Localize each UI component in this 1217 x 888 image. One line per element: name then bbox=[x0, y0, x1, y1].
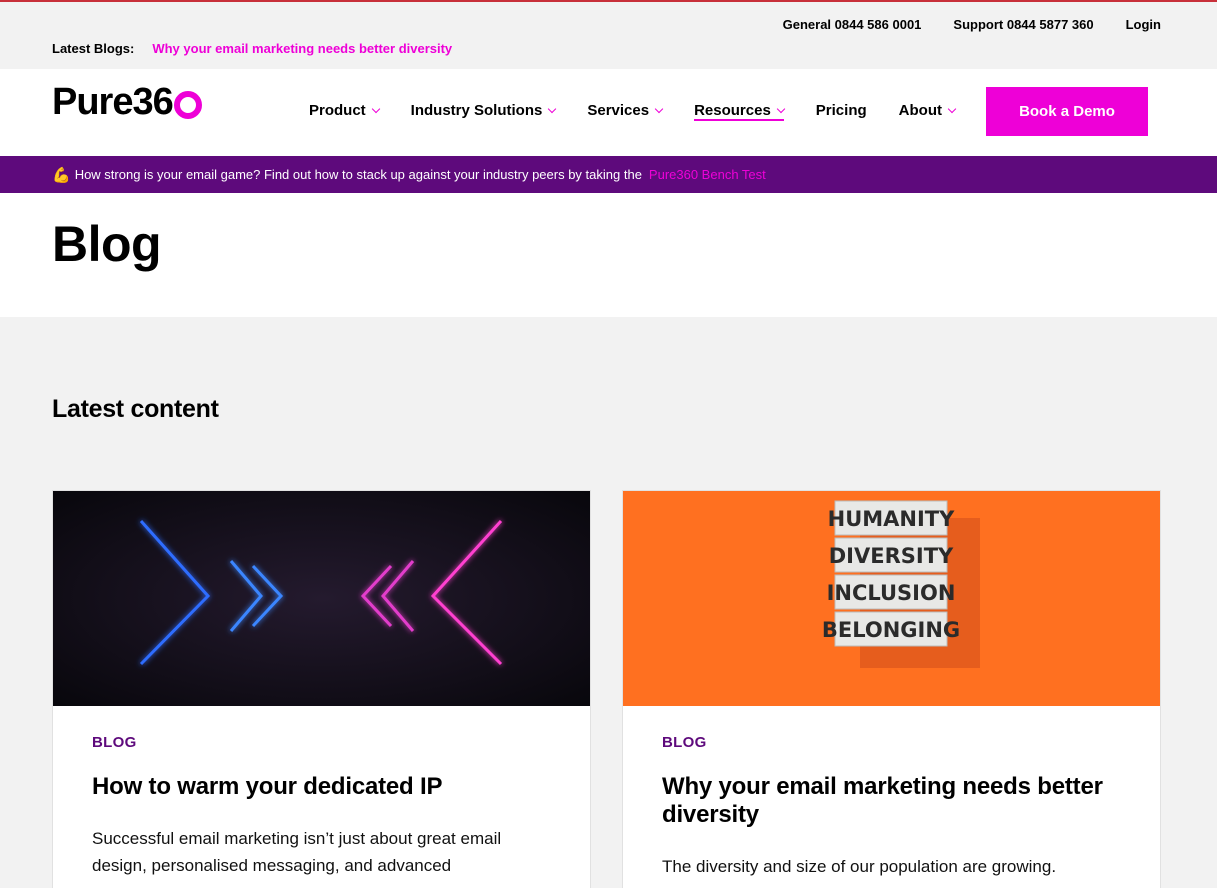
promo-banner: 💪 How strong is your email game? Find ou… bbox=[0, 156, 1217, 193]
main-nav: Pure36 Product Industry Solutions Servic… bbox=[0, 69, 1217, 156]
utility-links: General 0844 586 0001 Support 0844 5877 … bbox=[783, 17, 1161, 32]
blog-card[interactable]: HUMANITY DIVERSITY INCLUSION BELONGING B… bbox=[622, 490, 1161, 888]
nav-item-resources[interactable]: Resources bbox=[694, 102, 786, 121]
nav-item-label: Services bbox=[587, 102, 650, 119]
nav-item-industry-solutions[interactable]: Industry Solutions bbox=[410, 102, 557, 121]
utility-bar: General 0844 586 0001 Support 0844 5877 … bbox=[0, 2, 1217, 69]
logo-text: Pure36 bbox=[52, 81, 174, 123]
image-word: DIVERSITY bbox=[829, 544, 954, 568]
image-word: BELONGING bbox=[822, 618, 960, 642]
nav-item-services[interactable]: Services bbox=[587, 102, 664, 121]
diversity-blocks-image: HUMANITY DIVERSITY INCLUSION BELONGING bbox=[623, 491, 1160, 706]
nav-item-product[interactable]: Product bbox=[309, 102, 380, 121]
chevron-down-icon bbox=[654, 104, 664, 113]
general-phone-link[interactable]: General 0844 586 0001 bbox=[783, 17, 922, 32]
card-description: Successful email marketing isn’t just ab… bbox=[92, 829, 502, 875]
bench-test-link[interactable]: Pure360 Bench Test bbox=[649, 167, 766, 182]
card-title[interactable]: Why your email marketing needs better di… bbox=[662, 773, 1121, 829]
image-word: INCLUSION bbox=[827, 581, 956, 605]
chevron-down-icon bbox=[947, 104, 957, 113]
page-title: Blog bbox=[52, 216, 162, 272]
neon-arrows-image bbox=[53, 491, 590, 706]
login-link[interactable]: Login bbox=[1126, 17, 1161, 32]
section-title: Latest content bbox=[52, 395, 219, 423]
chevron-down-icon bbox=[548, 104, 557, 113]
nav-item-label: Resources bbox=[694, 102, 771, 119]
chevron-down-icon bbox=[371, 104, 380, 113]
flexed-biceps-icon: 💪 bbox=[52, 166, 71, 184]
page-hero: Blog bbox=[0, 193, 1217, 317]
card-title[interactable]: How to warm your dedicated IP bbox=[92, 773, 551, 801]
nav-item-about[interactable]: About bbox=[898, 102, 957, 121]
logo-ring-icon bbox=[173, 90, 202, 119]
card-category[interactable]: BLOG bbox=[92, 734, 551, 751]
card-body: BLOG How to warm your dedicated IP Succe… bbox=[53, 706, 590, 879]
latest-blogs-label: Latest Blogs: bbox=[52, 41, 135, 56]
nav-item-label: About bbox=[898, 102, 942, 119]
nav-menu: Product Industry Solutions Services Reso… bbox=[309, 102, 957, 121]
pure360-logo[interactable]: Pure36 bbox=[52, 81, 202, 124]
nav-item-label: Pricing bbox=[815, 102, 867, 119]
latest-blog-link[interactable]: Why your email marketing needs better di… bbox=[152, 41, 452, 56]
book-demo-button[interactable]: Book a Demo bbox=[986, 87, 1148, 136]
card-description: The diversity and size of our population… bbox=[662, 857, 1057, 876]
support-phone-link[interactable]: Support 0844 5877 360 bbox=[953, 17, 1093, 32]
banner-text: How strong is your email game? Find out … bbox=[74, 167, 642, 182]
content-section: Latest content BLOG How to warm your ded… bbox=[0, 317, 1217, 888]
card-body: BLOG Why your email marketing needs bett… bbox=[623, 706, 1160, 880]
nav-item-label: Product bbox=[309, 102, 366, 119]
latest-blogs: Latest Blogs: Why your email marketing n… bbox=[52, 41, 452, 56]
card-category[interactable]: BLOG bbox=[662, 734, 1121, 751]
chevron-down-icon bbox=[776, 104, 786, 113]
blog-card[interactable]: BLOG How to warm your dedicated IP Succe… bbox=[52, 490, 591, 888]
nav-item-label: Industry Solutions bbox=[410, 102, 543, 119]
nav-item-pricing[interactable]: Pricing bbox=[816, 102, 867, 121]
image-word: HUMANITY bbox=[828, 507, 955, 531]
